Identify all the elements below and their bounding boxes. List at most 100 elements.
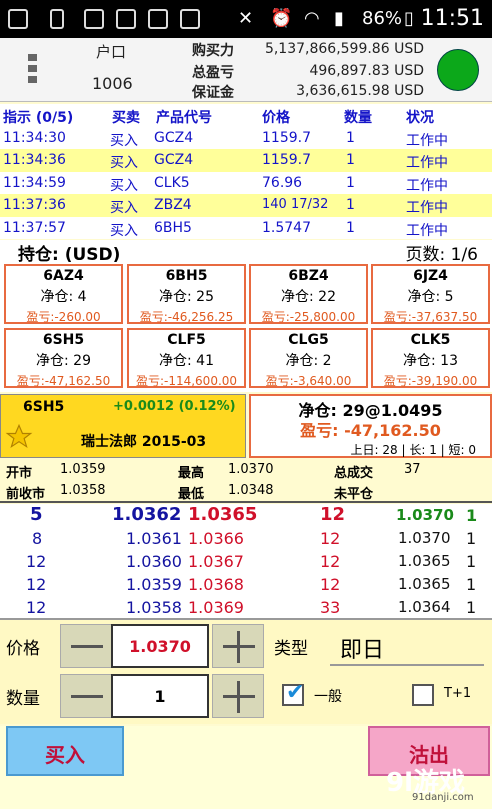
position-pl: 盈亏:-39,190.00	[383, 374, 478, 388]
margin-label: 保证金	[192, 85, 234, 101]
mute-icon: ✕	[238, 8, 254, 29]
order-product: GCZ4	[154, 152, 194, 168]
type-label: 类型	[274, 639, 308, 659]
qty-label: 数量	[6, 689, 40, 709]
total-pl-value: 496,897.83 USD	[309, 63, 424, 79]
market-depth: 5 1.0362 1.0365 12 1.0370 1 8 1.0361 1.0…	[0, 504, 492, 618]
total-pl-label: 总盈亏	[192, 65, 234, 81]
position-net: 净仓: 41	[159, 353, 214, 369]
order-type-select[interactable]: 即日	[340, 632, 384, 664]
col-header-orders[interactable]: 指示 (0/5)	[3, 107, 73, 127]
buy-button[interactable]: 买入	[6, 726, 124, 776]
order-price: 76.96	[262, 174, 303, 191]
last-qty: 1	[466, 529, 477, 548]
prev-close-value: 1.0358	[60, 483, 106, 498]
checkbox-icon	[84, 9, 104, 29]
order-side: 买入	[110, 177, 138, 194]
account-number: 1006	[92, 74, 133, 93]
signal-icon: ▮	[334, 8, 344, 29]
qty-decrease-button[interactable]	[60, 674, 112, 718]
last-price: 1.0364	[398, 598, 451, 616]
favorite-star-icon[interactable]	[5, 423, 33, 451]
download-icon	[180, 9, 200, 29]
order-qty: 1	[346, 129, 355, 146]
battery-percent: 86%	[362, 8, 403, 29]
price-decrease-button[interactable]	[60, 624, 112, 668]
qty-increase-button[interactable]	[212, 674, 264, 718]
last-qty: 1	[466, 598, 477, 617]
position-net: 净仓: 25	[159, 289, 214, 305]
last-qty: 1	[466, 506, 478, 525]
open-value: 1.0359	[60, 462, 106, 477]
ask-qty: 12	[320, 504, 346, 525]
depth-row[interactable]: 12 1.0358 1.0369 33 1.0364 1	[0, 596, 492, 619]
table-row[interactable]: 11:34:30 买入 GCZ4 1159.7 1 工作中	[0, 126, 492, 149]
prev-close-label: 前收市	[6, 487, 46, 502]
order-time: 11:34:30	[3, 129, 66, 146]
windows-icon	[116, 9, 136, 29]
ask-qty: 33	[320, 598, 341, 617]
table-row[interactable]: 11:34:59 买入 CLK5 76.96 1 工作中	[0, 171, 492, 194]
order-product: GCZ4	[154, 129, 194, 146]
watermark-url: 91danji.com	[412, 792, 474, 803]
col-header-side: 买卖	[112, 110, 140, 126]
order-time: 11:34:36	[3, 152, 66, 168]
col-header-status: 状况	[406, 110, 434, 126]
depth-row[interactable]: 12 1.0360 1.0367 12 1.0365 1	[0, 550, 492, 573]
last-price: 1.0365	[398, 552, 451, 570]
bid-qty: 8	[32, 529, 43, 548]
ask-qty: 12	[320, 575, 341, 594]
position-card[interactable]: CLK5 净仓: 13 盈亏:-39,190.00	[371, 328, 490, 388]
open-label: 开市	[6, 466, 33, 481]
last-price: 1.0370	[398, 529, 451, 547]
positions-grid: 6AZ4 净仓: 4 盈亏:-260.00 6BH5 净仓: 25 盈亏:-46…	[0, 262, 492, 392]
position-card[interactable]: 6AZ4 净仓: 4 盈亏:-260.00	[4, 264, 123, 324]
position-card[interactable]: 6JZ4 净仓: 5 盈亏:-37,637.50	[371, 264, 490, 324]
clock: 11:51	[420, 6, 484, 31]
general-checkbox[interactable]: ✔	[282, 680, 304, 706]
table-row[interactable]: 11:34:36 买入 GCZ4 1159.7 1 工作中	[0, 149, 492, 172]
position-card[interactable]: 6BH5 净仓: 25 盈亏:-46,256.25	[127, 264, 246, 324]
position-pl: 盈亏:-46,256.25	[139, 310, 234, 324]
low-label: 最低	[178, 487, 205, 502]
price-label: 价格	[6, 639, 40, 659]
action-bar: 买入 沽出 9l游戏 91danji.com	[0, 726, 492, 809]
position-symbol: 6JZ4	[413, 268, 448, 284]
position-symbol: CLF5	[167, 332, 206, 348]
position-card[interactable]: 6SH5 净仓: 29 盈亏:-47,162.50	[4, 328, 123, 388]
table-row[interactable]: 11:37:57 买入 6BH5 1.5747 1 工作中	[0, 216, 492, 239]
position-net: 净仓: 29	[36, 353, 91, 369]
positions-header: 持仓: (USD) 页数: 1/6	[0, 240, 492, 265]
position-pl: 盈亏:-37,637.50	[383, 310, 478, 324]
price-input[interactable]: 1.0370	[111, 624, 209, 668]
position-card[interactable]: CLF5 净仓: 41 盈亏:-114,600.00	[127, 328, 246, 388]
connection-status-indicator[interactable]	[437, 49, 479, 91]
ask-price: 1.0369	[188, 598, 244, 617]
order-side: 买入	[110, 132, 138, 149]
t1-checkbox[interactable]	[412, 684, 434, 706]
order-price: 140 17/32	[262, 197, 329, 212]
position-card[interactable]: CLG5 净仓: 2 盈亏:-3,640.00	[249, 328, 368, 388]
order-status: 工作中	[406, 177, 448, 194]
price-increase-button[interactable]	[212, 624, 264, 668]
position-pl: 盈亏:-114,600.00	[135, 374, 238, 388]
position-net: 净仓: 13	[403, 353, 458, 369]
table-row[interactable]: 11:37:36 买入 ZBZ4 140 17/32 1 工作中	[0, 194, 492, 217]
check-icon: ✔	[286, 680, 305, 705]
quote-summary[interactable]: 6SH5 +0.0012 (0.12%) 瑞士法郎 2015-03	[0, 394, 246, 458]
quote-position: 净仓: 29@1.0495 盈亏: -47,162.50 上日: 28 | 长:…	[249, 394, 492, 458]
depth-row[interactable]: 8 1.0361 1.0366 12 1.0370 1	[0, 527, 492, 550]
qty-input[interactable]: 1	[111, 674, 209, 718]
last-price: 1.0370	[396, 506, 454, 524]
account-label: 户口	[96, 43, 127, 61]
depth-row[interactable]: 12 1.0359 1.0368 12 1.0365 1	[0, 573, 492, 596]
t1-label: T+1	[444, 686, 472, 701]
position-card[interactable]: 6BZ4 净仓: 22 盈亏:-25,800.00	[249, 264, 368, 324]
depth-row[interactable]: 5 1.0362 1.0365 12 1.0370 1	[0, 504, 492, 527]
col-header-qty: 数量	[344, 110, 372, 126]
position-symbol: 6BH5	[165, 268, 208, 284]
order-side: 买入	[110, 200, 138, 216]
position-pl: 盈亏:-260.00	[26, 310, 101, 324]
menu-icon[interactable]	[28, 54, 38, 88]
quote-pl: 盈亏: -47,162.50	[300, 421, 441, 440]
